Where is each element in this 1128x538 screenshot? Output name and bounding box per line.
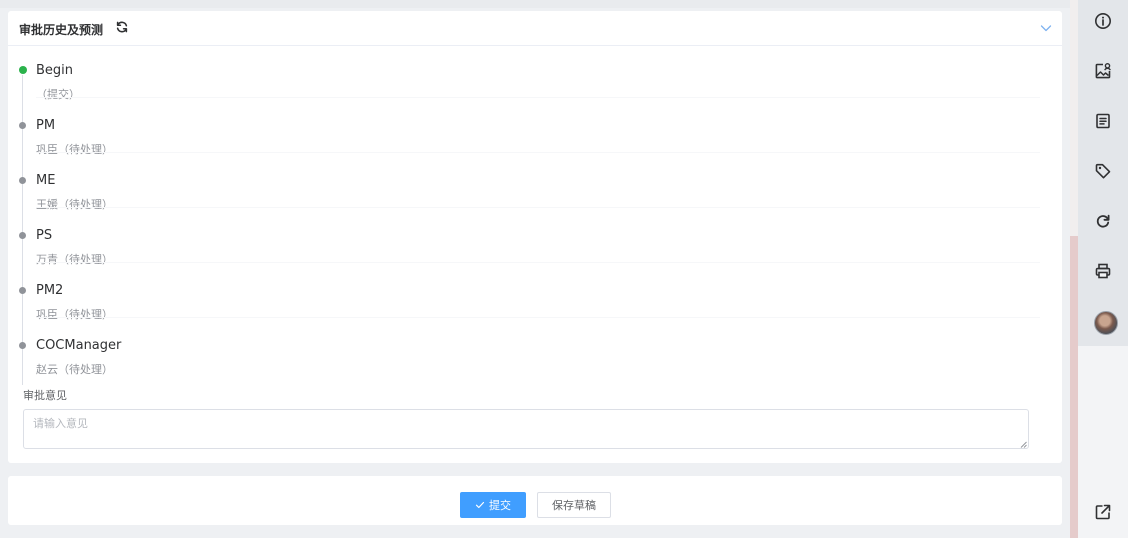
divider (36, 152, 1040, 153)
external-link-icon[interactable] (1093, 502, 1113, 522)
refresh-icon[interactable] (115, 20, 129, 34)
node-name: ME (36, 173, 56, 188)
status-dot-pending (19, 287, 26, 294)
save-draft-label: 保存草稿 (552, 499, 596, 512)
scrollbar-thumb[interactable] (1070, 236, 1078, 538)
image-user-icon[interactable] (1093, 61, 1113, 81)
status-dot-pending (19, 122, 26, 129)
approval-history-panel: 审批历史及预测 Begin （提交） PM 巩臣（待处理） ME 王媛（待处理）… (8, 11, 1062, 463)
status-dot-pending (19, 177, 26, 184)
status-dot-pending (19, 342, 26, 349)
action-footer: 提交 保存草稿 (8, 476, 1062, 525)
tag-icon[interactable] (1093, 161, 1113, 181)
node-name: COCManager (36, 338, 122, 353)
divider (36, 317, 1040, 318)
right-toolbar (1078, 0, 1128, 538)
divider (36, 97, 1040, 98)
top-strip (0, 0, 1070, 8)
timeline-item-cocmanager: COCManager 赵云（待处理） (8, 320, 1062, 376)
node-name: Begin (36, 63, 74, 78)
panel-header[interactable]: 审批历史及预测 (8, 11, 1062, 46)
opinion-label: 审批意见 (23, 389, 67, 402)
submit-label: 提交 (489, 499, 511, 512)
avatar[interactable] (1094, 311, 1118, 335)
save-draft-button[interactable]: 保存草稿 (537, 492, 611, 518)
status-dot-pending (19, 232, 26, 239)
chevron-down-icon[interactable] (1040, 23, 1052, 33)
submit-button[interactable]: 提交 (460, 492, 526, 518)
printer-icon[interactable] (1093, 261, 1113, 281)
reload-icon[interactable] (1093, 211, 1113, 231)
resize-grip-icon[interactable] (1020, 441, 1027, 448)
document-icon[interactable] (1093, 111, 1113, 131)
timeline-item-pm2: PM2 巩臣（待处理） (8, 265, 1062, 321)
divider (36, 262, 1040, 263)
check-icon (475, 501, 485, 509)
node-assignee: 赵云（待处理） (36, 363, 113, 376)
node-name: PS (36, 228, 53, 243)
panel-title: 审批历史及预测 (19, 23, 104, 37)
node-name: PM (36, 118, 56, 133)
opinion-input[interactable] (23, 409, 1029, 449)
node-name: PM2 (36, 283, 64, 298)
status-dot-done (19, 66, 27, 74)
timeline-item-ps: PS 万青（待处理） (8, 210, 1062, 266)
info-icon[interactable] (1093, 11, 1113, 31)
divider (36, 207, 1040, 208)
timeline-item-pm: PM 巩臣（待处理） (8, 100, 1062, 156)
timeline-item-me: ME 王媛（待处理） (8, 155, 1062, 211)
timeline-item-begin: Begin （提交） (8, 45, 1062, 101)
